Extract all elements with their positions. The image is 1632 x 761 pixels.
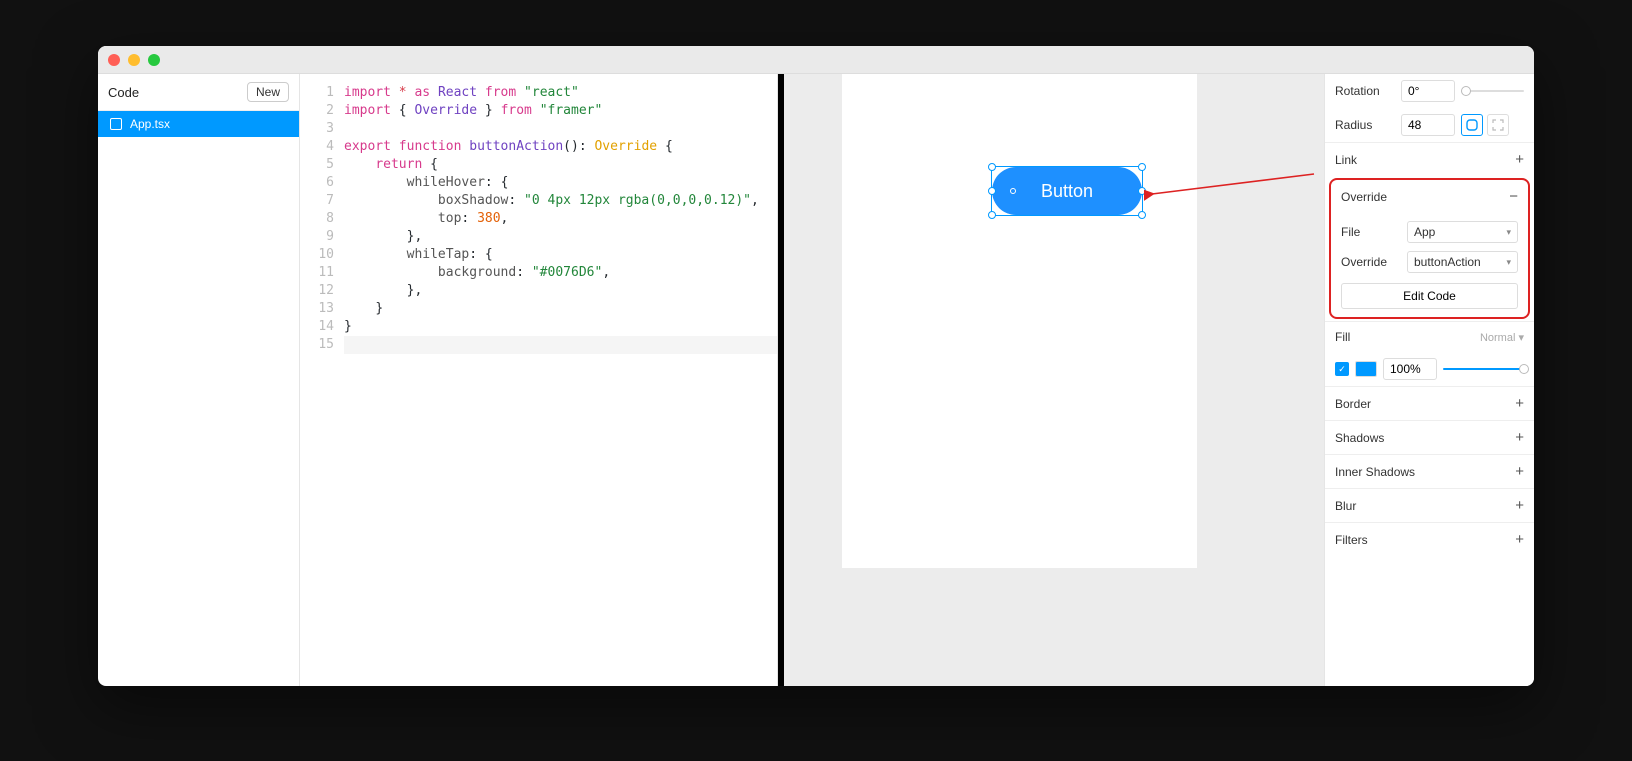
rotation-label: Rotation: [1335, 84, 1395, 98]
radius-all-button[interactable]: [1461, 114, 1483, 136]
canvas-frame[interactable]: Button: [842, 74, 1197, 568]
blur-label: Blur: [1335, 499, 1356, 513]
add-shadow-button[interactable]: +: [1515, 429, 1524, 446]
chevron-down-icon: ▾: [1506, 227, 1511, 238]
radius-input[interactable]: [1401, 114, 1455, 136]
border-section-header[interactable]: Border +: [1325, 386, 1534, 420]
chevron-down-icon: ▾: [1506, 257, 1511, 268]
fill-color-swatch[interactable]: [1355, 361, 1377, 377]
override-field-label: Override: [1341, 255, 1401, 269]
inner-shadows-section-header[interactable]: Inner Shadows +: [1325, 454, 1534, 488]
add-link-button[interactable]: +: [1515, 151, 1524, 168]
radius-label: Radius: [1335, 118, 1395, 132]
fill-opacity-input[interactable]: [1383, 358, 1437, 380]
close-window-button[interactable]: [108, 54, 120, 66]
filters-section-header[interactable]: Filters +: [1325, 522, 1534, 556]
corners-icon: [1492, 119, 1504, 131]
link-section-header[interactable]: Link +: [1325, 142, 1534, 176]
window-titlebar: [98, 46, 1534, 74]
code-editor[interactable]: 123456789101112131415 import * as React …: [300, 74, 777, 686]
file-value: App: [1414, 225, 1435, 239]
resize-handle-tr[interactable]: [1138, 163, 1146, 171]
rotation-input[interactable]: [1401, 80, 1455, 102]
fill-label: Fill: [1335, 330, 1350, 344]
rounded-square-icon: [1466, 119, 1478, 131]
radio-dot-icon: [1010, 188, 1016, 194]
fill-section-header[interactable]: Fill Normal ▾: [1325, 321, 1534, 352]
link-label: Link: [1335, 153, 1357, 167]
add-inner-shadow-button[interactable]: +: [1515, 463, 1524, 480]
annotation-arrow: [1144, 172, 1324, 212]
override-section-highlight: Override − File App ▾ Override but: [1329, 178, 1530, 319]
collapse-override-button[interactable]: −: [1509, 188, 1518, 205]
code-sidebar: Code New App.tsx: [98, 74, 300, 686]
canvas[interactable]: Button: [784, 74, 1324, 686]
border-label: Border: [1335, 397, 1371, 411]
sidebar-title: Code: [108, 85, 139, 100]
inner-shadows-label: Inner Shadows: [1335, 465, 1415, 479]
button-label: Button: [1041, 181, 1093, 202]
file-dropdown[interactable]: App ▾: [1407, 221, 1518, 243]
edit-code-button[interactable]: Edit Code: [1341, 283, 1518, 309]
shadows-section-header[interactable]: Shadows +: [1325, 420, 1534, 454]
add-border-button[interactable]: +: [1515, 395, 1524, 412]
line-number-gutter: 123456789101112131415: [300, 84, 344, 686]
filters-label: Filters: [1335, 533, 1368, 547]
code-panel: Code New App.tsx 123456789101112131415 i…: [98, 74, 778, 686]
fill-opacity-slider[interactable]: [1443, 368, 1524, 370]
file-label: File: [1341, 225, 1401, 239]
resize-handle-bl[interactable]: [988, 211, 996, 219]
maximize-window-button[interactable]: [148, 54, 160, 66]
button-element[interactable]: Button: [992, 167, 1142, 215]
file-icon: [110, 118, 122, 130]
fill-enabled-checkbox[interactable]: ✓: [1335, 362, 1349, 376]
chevron-down-icon: ▾: [1518, 332, 1524, 344]
file-name: App.tsx: [130, 117, 170, 131]
file-item-app-tsx[interactable]: App.tsx: [98, 111, 299, 137]
resize-handle-br[interactable]: [1138, 211, 1146, 219]
app-window: Code New App.tsx 123456789101112131415 i…: [98, 46, 1534, 686]
fill-mode: Normal: [1480, 332, 1515, 344]
radius-per-corner-button[interactable]: [1487, 114, 1509, 136]
add-filter-button[interactable]: +: [1515, 531, 1524, 548]
code-content: import * as React from "react" import { …: [344, 84, 777, 686]
add-blur-button[interactable]: +: [1515, 497, 1524, 514]
properties-panel: Rotation Radius Link +: [1324, 74, 1534, 686]
override-label: Override: [1341, 190, 1387, 204]
override-value: buttonAction: [1414, 255, 1481, 269]
rotation-slider[interactable]: [1461, 90, 1524, 92]
minimize-window-button[interactable]: [128, 54, 140, 66]
override-dropdown[interactable]: buttonAction ▾: [1407, 251, 1518, 273]
blur-section-header[interactable]: Blur +: [1325, 488, 1534, 522]
new-file-button[interactable]: New: [247, 82, 289, 102]
resize-handle-tl[interactable]: [988, 163, 996, 171]
shadows-label: Shadows: [1335, 431, 1384, 445]
override-section-header[interactable]: Override −: [1331, 180, 1528, 213]
